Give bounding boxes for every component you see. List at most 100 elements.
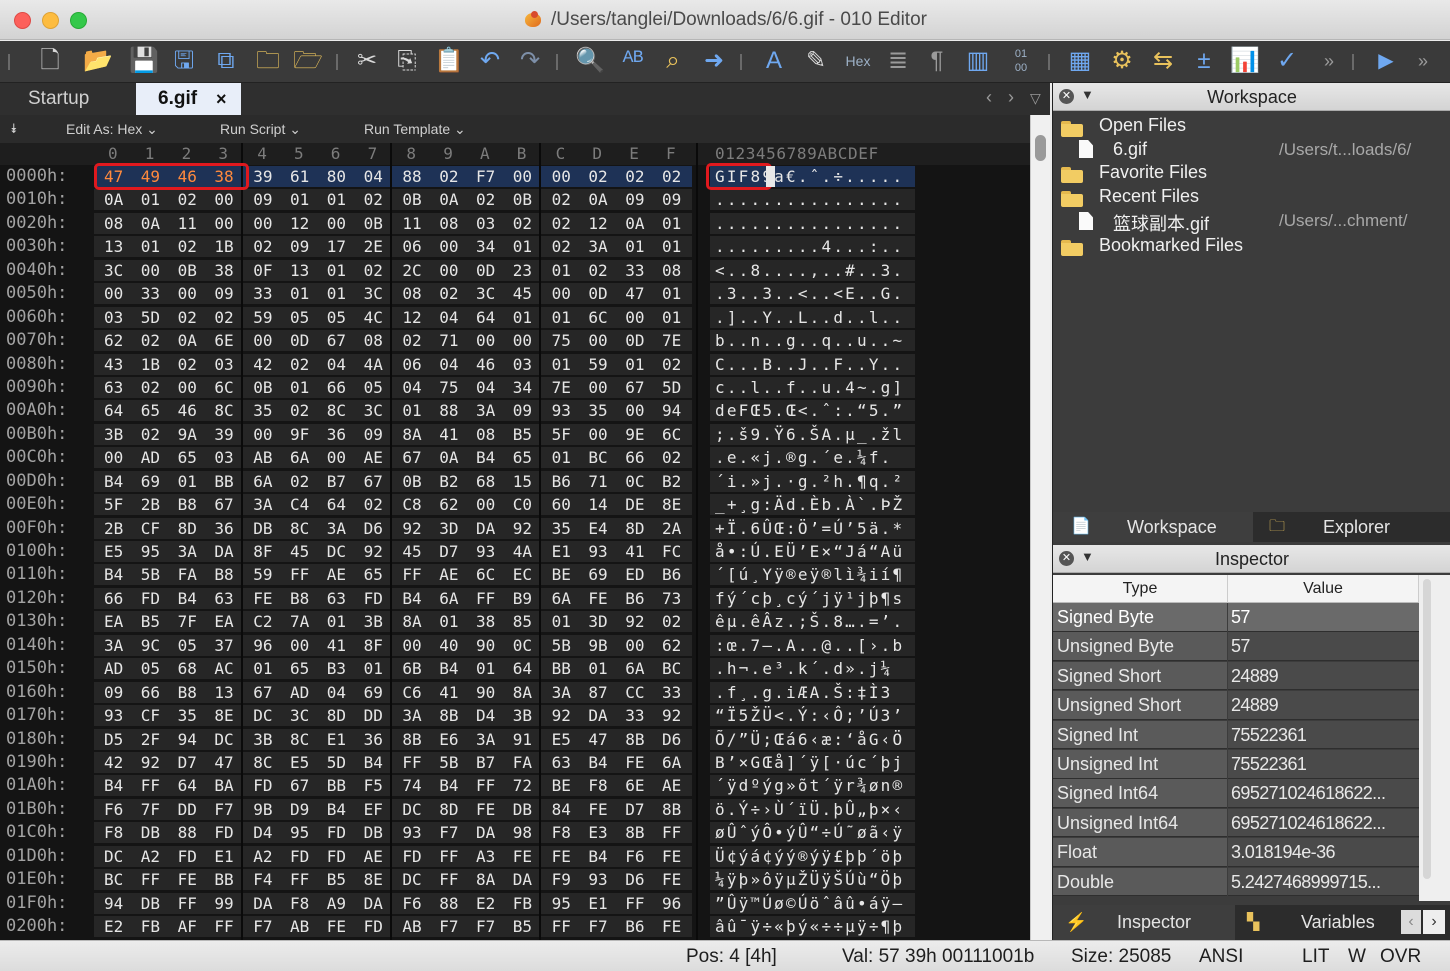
hex-byte[interactable]: 0F [253, 259, 272, 282]
hex-byte[interactable]: 91 [513, 728, 532, 751]
hex-byte[interactable]: FE [513, 845, 532, 868]
hex-byte[interactable]: 67 [364, 470, 383, 493]
hex-byte[interactable]: 36 [364, 728, 383, 751]
hex-byte[interactable]: 34 [476, 235, 495, 258]
tab-explorer[interactable]: 🗀 Explorer [1253, 512, 1450, 542]
hex-row[interactable]: 0180h: D5 2F 94 DC 3B 8C E1 36 8B E6 3A 91 E5 47 8B D6 Õ/… [0, 728, 1030, 751]
pin-icon[interactable]: ⯯ [10, 121, 18, 137]
hex-byte[interactable]: FF [402, 751, 421, 774]
hex-byte[interactable]: 01 [552, 610, 571, 633]
hex-byte[interactable]: 65 [290, 657, 309, 680]
hex-row[interactable]: 0020h: 08 0A 11 00 00 12 00 0B 11 08 03 02 02 12 0A 01..… [0, 212, 1030, 235]
hex-byte[interactable]: EC [513, 563, 532, 586]
hex-byte[interactable]: DC [214, 728, 233, 751]
hex-byte[interactable]: A9 [327, 892, 346, 915]
ascii-text[interactable]: _+¸g:Äd.Èb.À`.ÞŽ [715, 493, 904, 516]
tab-variables[interactable]: ▚ Variables [1237, 905, 1397, 940]
hex-byte[interactable]: DA [476, 821, 495, 844]
hex-byte[interactable]: 46 [178, 399, 197, 422]
hex-byte[interactable]: 39 [214, 423, 233, 446]
hex-byte[interactable]: 85 [513, 610, 532, 633]
hex-byte[interactable]: B6 [625, 915, 644, 938]
hex-byte[interactable]: DA [476, 517, 495, 540]
hex-byte[interactable]: C2 [253, 610, 272, 633]
hex-byte[interactable]: 02 [662, 610, 681, 633]
ascii-text[interactable]: :œ.7–.A..@..[›.b [715, 634, 904, 657]
hex-byte[interactable]: 69 [141, 470, 160, 493]
hex-byte[interactable]: 00 [253, 329, 272, 352]
hex-byte[interactable]: AD [141, 446, 160, 469]
inspector-value[interactable]: 57 [1228, 603, 1419, 632]
hex-byte[interactable]: F6 [625, 845, 644, 868]
hex-byte[interactable]: EF [364, 798, 383, 821]
hex-byte[interactable]: 33 [141, 282, 160, 305]
hex-byte[interactable]: 01 [141, 235, 160, 258]
hex-byte[interactable]: 00 [178, 376, 197, 399]
hex-byte[interactable]: 6E [625, 774, 644, 797]
hex-byte[interactable]: 8E [662, 493, 681, 516]
hex-byte[interactable]: E1 [327, 728, 346, 751]
new-file-icon[interactable]: 🗋 [32, 45, 68, 77]
open-file-name[interactable]: 6.gif [1113, 139, 1147, 160]
hex-byte[interactable]: 0A [141, 212, 160, 235]
hex-byte[interactable]: BE [552, 563, 571, 586]
cut-icon[interactable]: ✂ [352, 45, 382, 77]
status-encoding[interactable]: ANSI [1199, 946, 1243, 968]
inspector-value[interactable]: 57 [1228, 632, 1419, 661]
hex-byte[interactable]: D6 [625, 868, 644, 891]
hex-byte[interactable]: 02 [178, 188, 197, 211]
hex-byte[interactable]: C6 [402, 681, 421, 704]
hex-row[interactable]: 01C0h: F8 DB 88 FD D4 95 FD DB 93 F7 DA 98 F8 E3 8B FF øÛ… [0, 821, 1030, 844]
hex-byte[interactable]: 3A [476, 399, 495, 422]
hex-byte[interactable]: 94 [104, 892, 123, 915]
hex-byte[interactable]: 01 [327, 610, 346, 633]
hex-byte[interactable]: 02 [513, 212, 532, 235]
hex-byte[interactable]: 03 [214, 353, 233, 376]
hex-byte[interactable]: 12 [588, 212, 607, 235]
compare-icon[interactable]: ⇆ [1146, 45, 1180, 77]
hex-byte[interactable]: 35 [588, 399, 607, 422]
hex-byte[interactable]: E6 [439, 728, 458, 751]
tab-scroll-left-icon[interactable]: ‹ [1401, 910, 1421, 934]
hex-byte[interactable]: 02 [662, 165, 681, 188]
hex-byte[interactable]: 04 [327, 353, 346, 376]
hex-byte[interactable]: 4A [513, 540, 532, 563]
tab-next-icon[interactable]: › [1008, 87, 1014, 108]
hex-byte[interactable]: F7 [439, 915, 458, 938]
hex-byte[interactable]: 3C [290, 704, 309, 727]
hex-byte[interactable]: 41 [439, 681, 458, 704]
hex-byte[interactable]: 08 [104, 212, 123, 235]
hex-row[interactable]: 01D0h: DC A2 FD E1 A2 FD FD AE FD FF A3 FE FE B4 F6 FE Ü¢… [0, 845, 1030, 868]
inspector-type-header[interactable]: Type [1053, 575, 1228, 603]
hex-byte[interactable]: C8 [402, 493, 421, 516]
hex-byte[interactable]: 37 [214, 634, 233, 657]
hex-byte[interactable]: 00 [476, 329, 495, 352]
hex-byte[interactable]: 00 [327, 212, 346, 235]
ascii-text[interactable]: ¼ÿþ»ôÿµŽÜÿŠÚù“Öþ [715, 868, 904, 891]
hex-byte[interactable]: DD [178, 798, 197, 821]
scrollbar-thumb[interactable] [1035, 135, 1046, 161]
ascii-text[interactable]: .­e.«j.®g.´e.¼f. [715, 446, 893, 469]
hex-byte[interactable]: FF [402, 563, 421, 586]
histogram-icon[interactable]: 📊 [1228, 45, 1262, 77]
hex-byte[interactable]: DB [141, 821, 160, 844]
hex-byte[interactable]: 13 [214, 681, 233, 704]
hex-byte[interactable]: 0D [476, 259, 495, 282]
hex-byte[interactable]: DC [253, 704, 272, 727]
hex-byte[interactable]: 72 [513, 774, 532, 797]
hex-byte[interactable]: 33 [253, 282, 272, 305]
ascii-text[interactable]: ´i.»j.·g.²h.¶q.² [715, 470, 904, 493]
hex-byte[interactable]: 7E [552, 376, 571, 399]
hex-byte[interactable]: CF [141, 704, 160, 727]
hex-byte[interactable]: 06 [402, 235, 421, 258]
ascii-text[interactable]: ................ [715, 188, 904, 211]
find-icon[interactable]: 🔍 [574, 45, 606, 77]
hex-byte[interactable]: 9E [625, 423, 644, 446]
columns-icon[interactable]: ▥ [962, 45, 994, 77]
ascii-text[interactable]: “Ï5ŽÜ<.Ý:‹Ô;’Ú3’ [715, 704, 904, 727]
hex-byte[interactable]: FE [178, 868, 197, 891]
hex-byte[interactable]: 36 [214, 517, 233, 540]
hex-byte[interactable]: 08 [364, 329, 383, 352]
hex-byte[interactable]: F7 [253, 915, 272, 938]
hex-byte[interactable]: FE [476, 798, 495, 821]
